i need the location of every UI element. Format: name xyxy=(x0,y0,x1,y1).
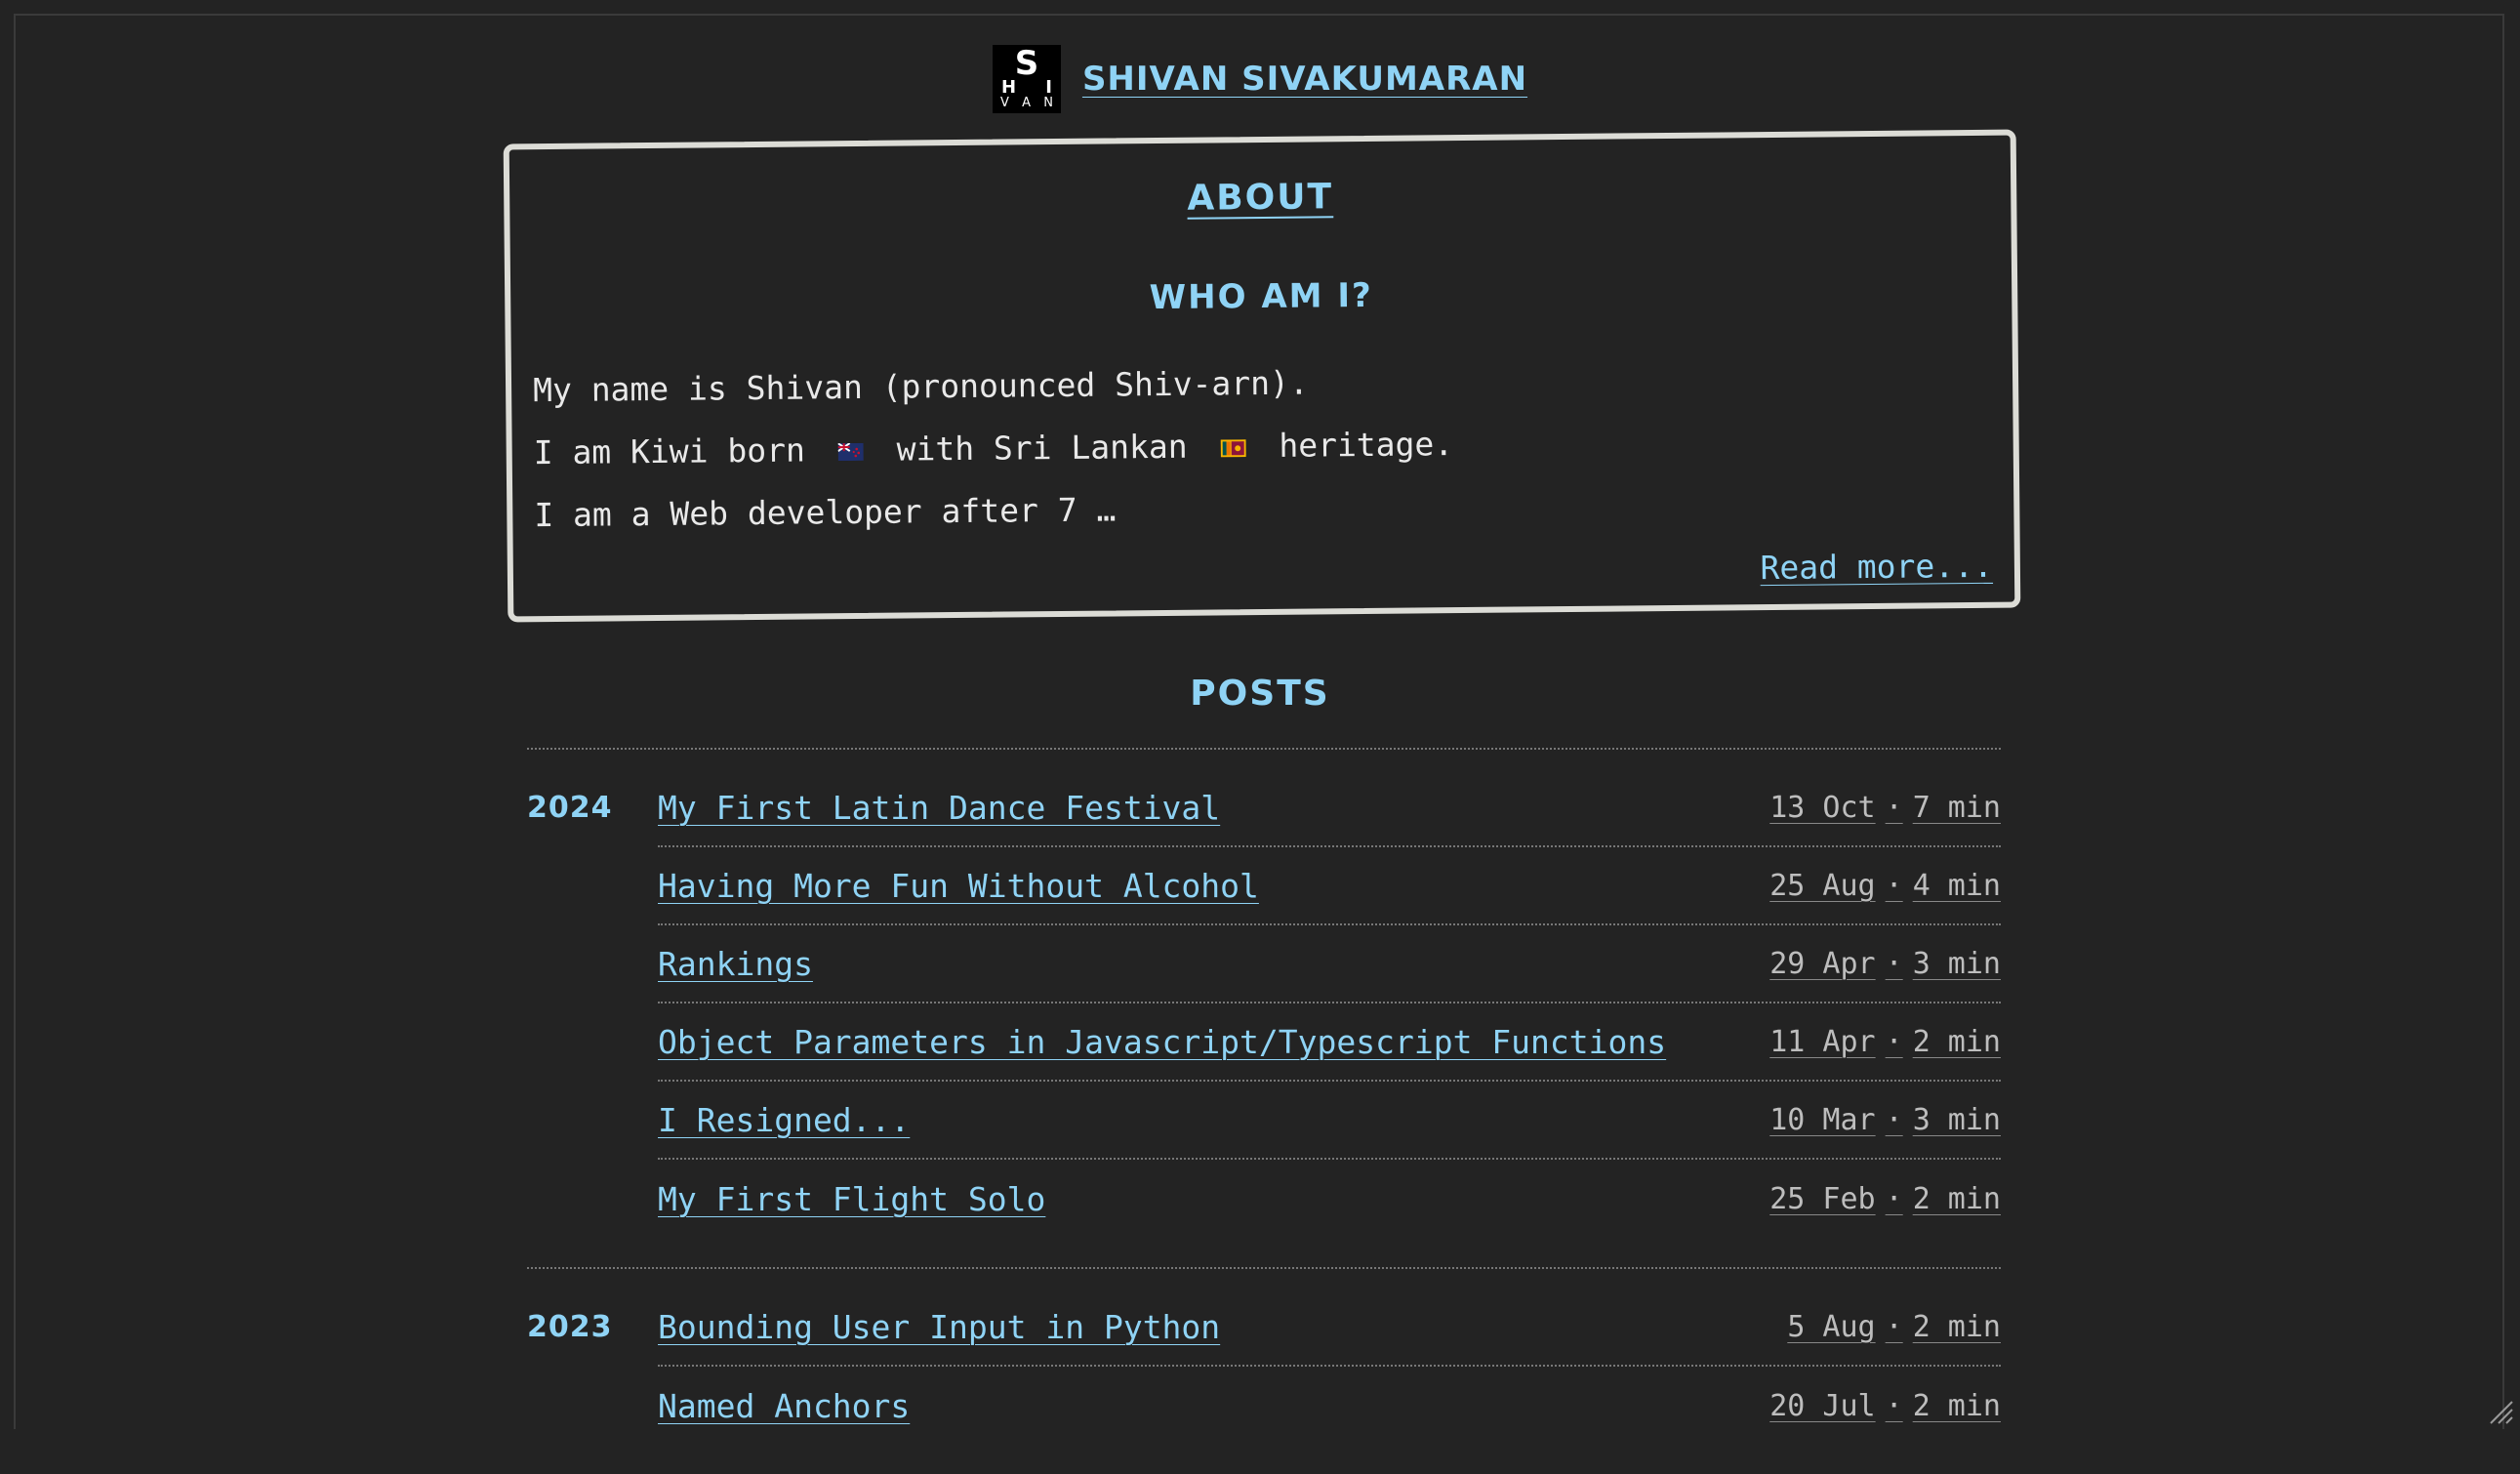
post-title-link[interactable]: Object Parameters in Javascript/Typescri… xyxy=(658,1023,1666,1061)
meta-separator: · xyxy=(1885,790,1903,825)
post-row: My First Flight Solo 25 Feb · 2 min xyxy=(658,1160,2001,1238)
meta-separator: · xyxy=(1885,1102,1903,1137)
post-row: My First Latin Dance Festival 13 Oct · 7 mi… xyxy=(658,769,2001,847)
post-meta: 25 Aug · 4 min xyxy=(1769,869,2001,903)
post-list: Bounding User Input in Python 5 Aug · 2 min… xyxy=(658,1289,2001,1445)
logo-row-van: V A N xyxy=(996,97,1057,109)
post-read-time: 7 min xyxy=(1912,790,2001,825)
meta-separator: · xyxy=(1885,1024,1903,1059)
post-row: Bounding User Input in Python 5 Aug · 2 min xyxy=(658,1289,2001,1367)
post-title-link[interactable]: Having More Fun Without Alcohol xyxy=(658,867,1259,905)
logo-letter-n: N xyxy=(1043,96,1053,110)
site-header: S H I V A N SHIVAN SIVAKUMARAN xyxy=(0,45,2520,113)
post-date: 29 Apr xyxy=(1769,946,1876,981)
post-title-link[interactable]: Bounding User Input in Python xyxy=(658,1308,1220,1346)
site-logo[interactable]: S H I V A N xyxy=(992,44,1061,113)
post-row: Rankings 29 Apr · 3 min xyxy=(658,925,2001,1003)
about-heading[interactable]: ABOUT xyxy=(509,171,2011,225)
about-excerpt: My name is Shivan (pronounced Shiv-arn).… xyxy=(533,350,1454,547)
post-read-time: 2 min xyxy=(1912,1388,2001,1423)
post-title-link[interactable]: Named Anchors xyxy=(658,1387,910,1425)
logo-letter-h: H xyxy=(1000,77,1017,98)
posts-list: 2024 My First Latin Dance Festival 13 Oct ·… xyxy=(527,748,2001,1474)
year-group: 2023 Bounding User Input in Python 5 Aug · 2… xyxy=(527,1267,2001,1445)
logo-letter-a: A xyxy=(1022,96,1031,110)
sri-lanka-flag-icon xyxy=(1220,438,1246,457)
post-date: 25 Aug xyxy=(1769,868,1876,903)
post-read-time: 3 min xyxy=(1912,946,2001,981)
site-title-link[interactable]: SHIVAN SIVAKUMARAN xyxy=(1082,60,1527,99)
new-zealand-flag-icon xyxy=(837,442,864,461)
post-read-time: 3 min xyxy=(1912,1102,2001,1137)
post-meta: 13 Oct · 7 min xyxy=(1769,791,2001,825)
year-group: 2024 My First Latin Dance Festival 13 Oct ·… xyxy=(527,748,2001,1238)
logo-letter-i: I xyxy=(1045,77,1052,98)
post-meta: 11 Apr · 2 min xyxy=(1769,1025,2001,1059)
post-title-link[interactable]: I Resigned... xyxy=(658,1101,910,1139)
about-card: ABOUT WHO AM I? My name is Shivan (prono… xyxy=(503,129,2021,623)
who-am-i-heading: WHO AM I? xyxy=(1149,275,1373,318)
logo-letter-s: S xyxy=(1014,44,1039,83)
post-list: My First Latin Dance Festival 13 Oct · 7 mi… xyxy=(658,769,2001,1238)
post-date: 20 Jul xyxy=(1769,1388,1876,1423)
about-line-name: My name is Shivan (pronounced Shiv-arn). xyxy=(532,363,1309,410)
posts-heading: POSTS xyxy=(1190,674,1330,714)
about-line-origin: I am Kiwi born with Sri Lankan heritage. xyxy=(533,413,1454,484)
post-meta: 5 Aug · 2 min xyxy=(1787,1310,2001,1344)
post-date: 11 Apr xyxy=(1769,1024,1876,1059)
about-line-origin-c: heritage. xyxy=(1279,425,1454,465)
meta-separator: · xyxy=(1885,868,1903,903)
post-read-time: 2 min xyxy=(1912,1024,2001,1059)
post-date: 10 Mar xyxy=(1769,1102,1876,1137)
post-read-time: 2 min xyxy=(1912,1181,2001,1216)
resize-grip-icon[interactable] xyxy=(2487,1398,2514,1425)
post-read-time: 4 min xyxy=(1912,868,2001,903)
post-date: 5 Aug xyxy=(1787,1309,1876,1344)
post-date: 25 Feb xyxy=(1769,1181,1876,1216)
post-meta: 25 Feb · 2 min xyxy=(1769,1182,2001,1216)
logo-letter-v: V xyxy=(999,96,1009,110)
post-title-link[interactable]: Rankings xyxy=(658,945,813,983)
meta-separator: · xyxy=(1885,1388,1903,1423)
about-line-origin-b: with Sri Lankan xyxy=(896,427,1188,469)
post-meta: 29 Apr · 3 min xyxy=(1769,947,2001,981)
logo-row-hi: H I xyxy=(996,79,1057,97)
post-read-time: 2 min xyxy=(1912,1309,2001,1344)
post-meta: 20 Jul · 2 min xyxy=(1769,1389,2001,1423)
about-line-job: I am a Web developer after 7 … xyxy=(534,490,1117,535)
meta-separator: · xyxy=(1885,1181,1903,1216)
about-line-origin-a: I am Kiwi born xyxy=(533,430,806,472)
read-more-link[interactable]: Read more... xyxy=(1760,547,1993,587)
year-label: 2023 xyxy=(527,1310,613,1344)
post-date: 13 Oct xyxy=(1769,790,1876,825)
year-label: 2024 xyxy=(527,791,613,825)
post-row: Object Parameters in Javascript/Typescri… xyxy=(658,1003,2001,1082)
post-title-link[interactable]: My First Latin Dance Festival xyxy=(658,789,1220,827)
about-heading-link[interactable]: ABOUT xyxy=(1187,177,1333,218)
post-row: I Resigned... 10 Mar · 3 min xyxy=(658,1082,2001,1160)
post-meta: 10 Mar · 3 min xyxy=(1769,1103,2001,1137)
meta-separator: · xyxy=(1885,946,1903,981)
post-row: Named Anchors 20 Jul · 2 min xyxy=(658,1367,2001,1445)
meta-separator: · xyxy=(1885,1309,1903,1344)
post-row: Having More Fun Without Alcohol 25 Aug · 4 … xyxy=(658,847,2001,925)
post-title-link[interactable]: My First Flight Solo xyxy=(658,1180,1045,1218)
